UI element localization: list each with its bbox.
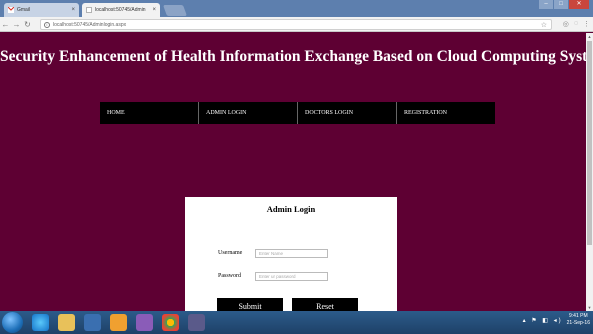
nav-admin-login[interactable]: ADMIN LOGIN <box>199 102 298 124</box>
main-nav: HOME ADMIN LOGIN DOCTORS LOGIN REGISTRAT… <box>100 102 495 124</box>
window-close-button[interactable]: ✕ <box>569 0 589 9</box>
extension-icon[interactable]: ◎ <box>563 20 569 28</box>
maximize-button[interactable]: □ <box>554 0 568 9</box>
window-controls: – □ ✕ <box>539 0 589 10</box>
back-icon[interactable]: ← <box>0 20 11 29</box>
scroll-down-icon[interactable]: ▼ <box>586 304 593 311</box>
scroll-thumb[interactable] <box>587 41 592 245</box>
password-input[interactable] <box>255 272 328 281</box>
username-label: Username <box>218 250 243 256</box>
clock-date: 21-Sep-16 <box>566 320 590 326</box>
tab-localhost[interactable]: localhost:50745/Admin × <box>82 3 160 17</box>
nav-registration[interactable]: REGISTRATION <box>397 102 495 124</box>
taskbar: ▴ ⚑ ◧ ◂) 9:41 PM 21-Sep-16 <box>0 311 593 334</box>
url-text: localhost:50745/Adminlogin.aspx <box>53 21 127 28</box>
clock-time: 9:41 PM <box>569 313 588 319</box>
site-title: Security Enhancement of Health Informati… <box>0 48 586 65</box>
minimize-button[interactable]: – <box>539 0 553 9</box>
browser-toolbar: ← → ↻ i localhost:50745/Adminlogin.aspx … <box>0 17 593 32</box>
reset-button[interactable]: Reset <box>292 298 358 311</box>
gmail-icon <box>8 7 14 13</box>
extension-icon[interactable]: ◌ <box>574 20 578 28</box>
tray-icons[interactable]: ▴ ⚑ ◧ ◂) <box>523 317 563 324</box>
new-tab-button[interactable] <box>162 5 188 16</box>
start-button[interactable] <box>2 312 23 333</box>
submit-button[interactable]: Submit <box>217 298 283 311</box>
username-input[interactable] <box>255 249 328 258</box>
close-icon[interactable]: × <box>152 7 156 13</box>
page-content: Security Enhancement of Health Informati… <box>0 33 586 311</box>
vertical-scrollbar[interactable]: ▲ ▼ <box>586 33 593 311</box>
java-icon[interactable] <box>110 314 127 331</box>
password-label: Password <box>218 273 242 279</box>
tab-localhost-title: localhost:50745/Admin <box>95 7 146 13</box>
chrome-icon[interactable] <box>162 314 179 331</box>
info-icon[interactable]: i <box>44 21 50 28</box>
login-title: Admin Login <box>266 204 316 214</box>
app-icon[interactable] <box>188 314 205 331</box>
tab-gmail[interactable]: Gmail × <box>4 3 79 17</box>
folder-icon[interactable] <box>58 314 75 331</box>
bookmark-star-icon[interactable]: ☆ <box>541 21 547 29</box>
menu-icon[interactable]: ⋮ <box>583 20 590 28</box>
extension-icons: ◎ ◌ ⋮ <box>563 20 590 28</box>
forward-icon[interactable]: → <box>11 20 22 29</box>
system-tray: ▴ ⚑ ◧ ◂) 9:41 PM 21-Sep-16 <box>523 313 590 327</box>
admin-login-panel: Admin Login Username Password Submit Res… <box>185 197 397 311</box>
scroll-up-icon[interactable]: ▲ <box>586 33 593 40</box>
internet-explorer-icon[interactable] <box>32 314 49 331</box>
browser-tab-strip: Gmail × localhost:50745/Admin × – □ ✕ <box>0 0 593 17</box>
reload-icon[interactable]: ↻ <box>22 20 33 29</box>
clock[interactable]: 9:41 PM 21-Sep-16 <box>567 313 590 327</box>
nav-doctors-login[interactable]: DOCTORS LOGIN <box>298 102 397 124</box>
media-player-icon[interactable] <box>84 314 101 331</box>
address-bar[interactable]: i localhost:50745/Adminlogin.aspx ☆ <box>40 19 552 30</box>
visual-studio-icon[interactable] <box>136 314 153 331</box>
close-icon[interactable]: × <box>71 7 75 13</box>
page-icon <box>86 7 92 13</box>
nav-home[interactable]: HOME <box>100 102 199 124</box>
tab-gmail-title: Gmail <box>17 7 31 13</box>
